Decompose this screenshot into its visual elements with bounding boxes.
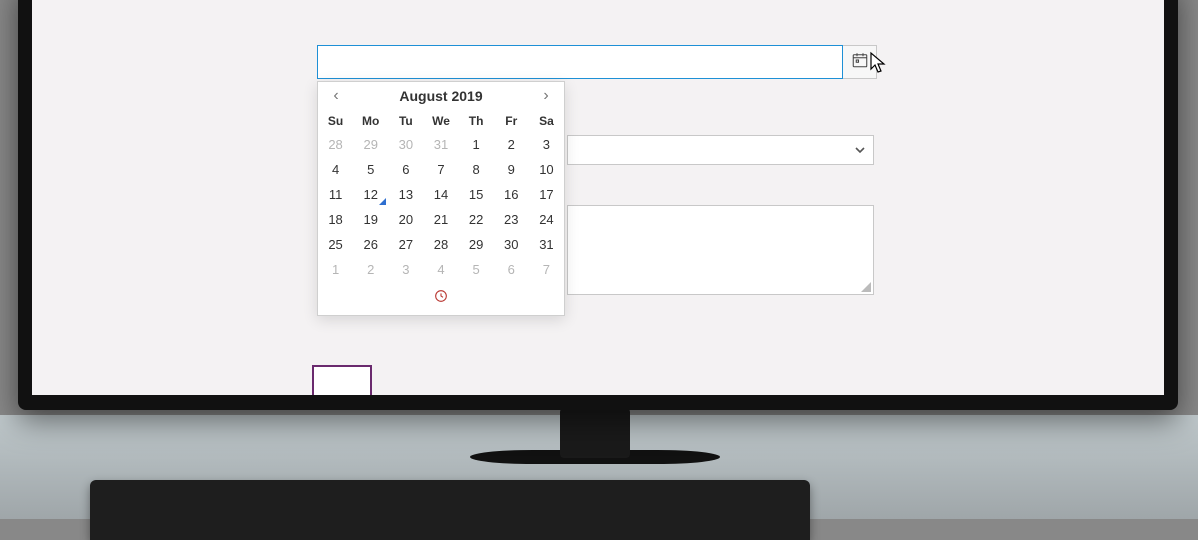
calendar-weekday: We (423, 110, 458, 132)
calendar-day[interactable]: 6 (388, 157, 423, 182)
calendar-day[interactable]: 1 (459, 132, 494, 157)
dropdown-field[interactable] (567, 135, 874, 165)
calendar-day[interactable]: 17 (529, 182, 564, 207)
form-area: ‹ August 2019 › SuMoTuWeThFrSa 282930311… (317, 45, 877, 79)
calendar-day[interactable]: 9 (494, 157, 529, 182)
calendar-day[interactable]: 26 (353, 232, 388, 257)
calendar-day[interactable]: 7 (529, 257, 564, 282)
textarea-field[interactable] (567, 205, 874, 295)
calendar-day[interactable]: 27 (388, 232, 423, 257)
calendar-day[interactable]: 8 (459, 157, 494, 182)
calendar-day[interactable]: 29 (353, 132, 388, 157)
calendar-day[interactable]: 2 (494, 132, 529, 157)
calendar-day[interactable]: 22 (459, 207, 494, 232)
calendar-day[interactable]: 13 (388, 182, 423, 207)
calendar-grid: SuMoTuWeThFrSa 2829303112345678910111213… (318, 110, 564, 282)
calendar-weekday: Sa (529, 110, 564, 132)
calendar-day[interactable]: 3 (388, 257, 423, 282)
next-month-button[interactable]: › (536, 86, 556, 106)
calendar-day[interactable]: 10 (529, 157, 564, 182)
calendar-day[interactable]: 15 (459, 182, 494, 207)
calendar-day[interactable]: 3 (529, 132, 564, 157)
date-input-row (317, 45, 877, 79)
calendar-day[interactable]: 7 (423, 157, 458, 182)
calendar-weekday: Fr (494, 110, 529, 132)
calendar-footer (318, 282, 564, 315)
chevron-down-icon (853, 143, 867, 162)
date-input[interactable] (317, 45, 843, 79)
calendar-day[interactable]: 5 (353, 157, 388, 182)
time-picker-button[interactable] (433, 292, 449, 307)
calendar-weekday: Th (459, 110, 494, 132)
date-picker-button[interactable] (843, 45, 877, 79)
calendar-day[interactable]: 28 (318, 132, 353, 157)
calendar-day[interactable]: 4 (423, 257, 458, 282)
calendar-day[interactable]: 14 (423, 182, 458, 207)
calendar-day[interactable]: 31 (529, 232, 564, 257)
calendar-weekday: Su (318, 110, 353, 132)
screen: ‹ August 2019 › SuMoTuWeThFrSa 282930311… (32, 0, 1164, 395)
resize-grip-icon[interactable] (861, 282, 871, 292)
monitor-stand-neck (560, 408, 630, 458)
mouse-cursor-icon (869, 51, 889, 80)
calendar-day[interactable]: 5 (459, 257, 494, 282)
calendar-day[interactable]: 29 (459, 232, 494, 257)
calendar-day[interactable]: 30 (494, 232, 529, 257)
calendar-day[interactable]: 18 (318, 207, 353, 232)
calendar-day[interactable]: 20 (388, 207, 423, 232)
calendar-day[interactable]: 24 (529, 207, 564, 232)
calendar-day[interactable]: 30 (388, 132, 423, 157)
chevron-right-icon: › (543, 87, 548, 105)
calendar-weekday: Tu (388, 110, 423, 132)
calendar-day[interactable]: 19 (353, 207, 388, 232)
calendar-title[interactable]: August 2019 (399, 88, 482, 104)
keyboard (90, 480, 810, 540)
calendar-day[interactable]: 4 (318, 157, 353, 182)
calendar-day[interactable]: 21 (423, 207, 458, 232)
prev-month-button[interactable]: ‹ (326, 86, 346, 106)
chevron-left-icon: ‹ (333, 87, 338, 105)
clock-icon (433, 292, 449, 307)
calendar-day[interactable]: 31 (423, 132, 458, 157)
calendar-day[interactable]: 23 (494, 207, 529, 232)
calendar-day[interactable]: 25 (318, 232, 353, 257)
calendar-day[interactable]: 11 (318, 182, 353, 207)
calendar-day[interactable]: 1 (318, 257, 353, 282)
calendar-day[interactable]: 28 (423, 232, 458, 257)
calendar-icon (851, 51, 869, 74)
calendar-day[interactable]: 6 (494, 257, 529, 282)
calendar-day[interactable]: 2 (353, 257, 388, 282)
calendar-weekday: Mo (353, 110, 388, 132)
calendar-header: ‹ August 2019 › (318, 86, 564, 110)
calendar-day[interactable]: 12 (353, 182, 388, 207)
calendar-popup: ‹ August 2019 › SuMoTuWeThFrSa 282930311… (317, 81, 565, 316)
calendar-day[interactable]: 16 (494, 182, 529, 207)
partial-button-bottom[interactable] (312, 365, 372, 395)
